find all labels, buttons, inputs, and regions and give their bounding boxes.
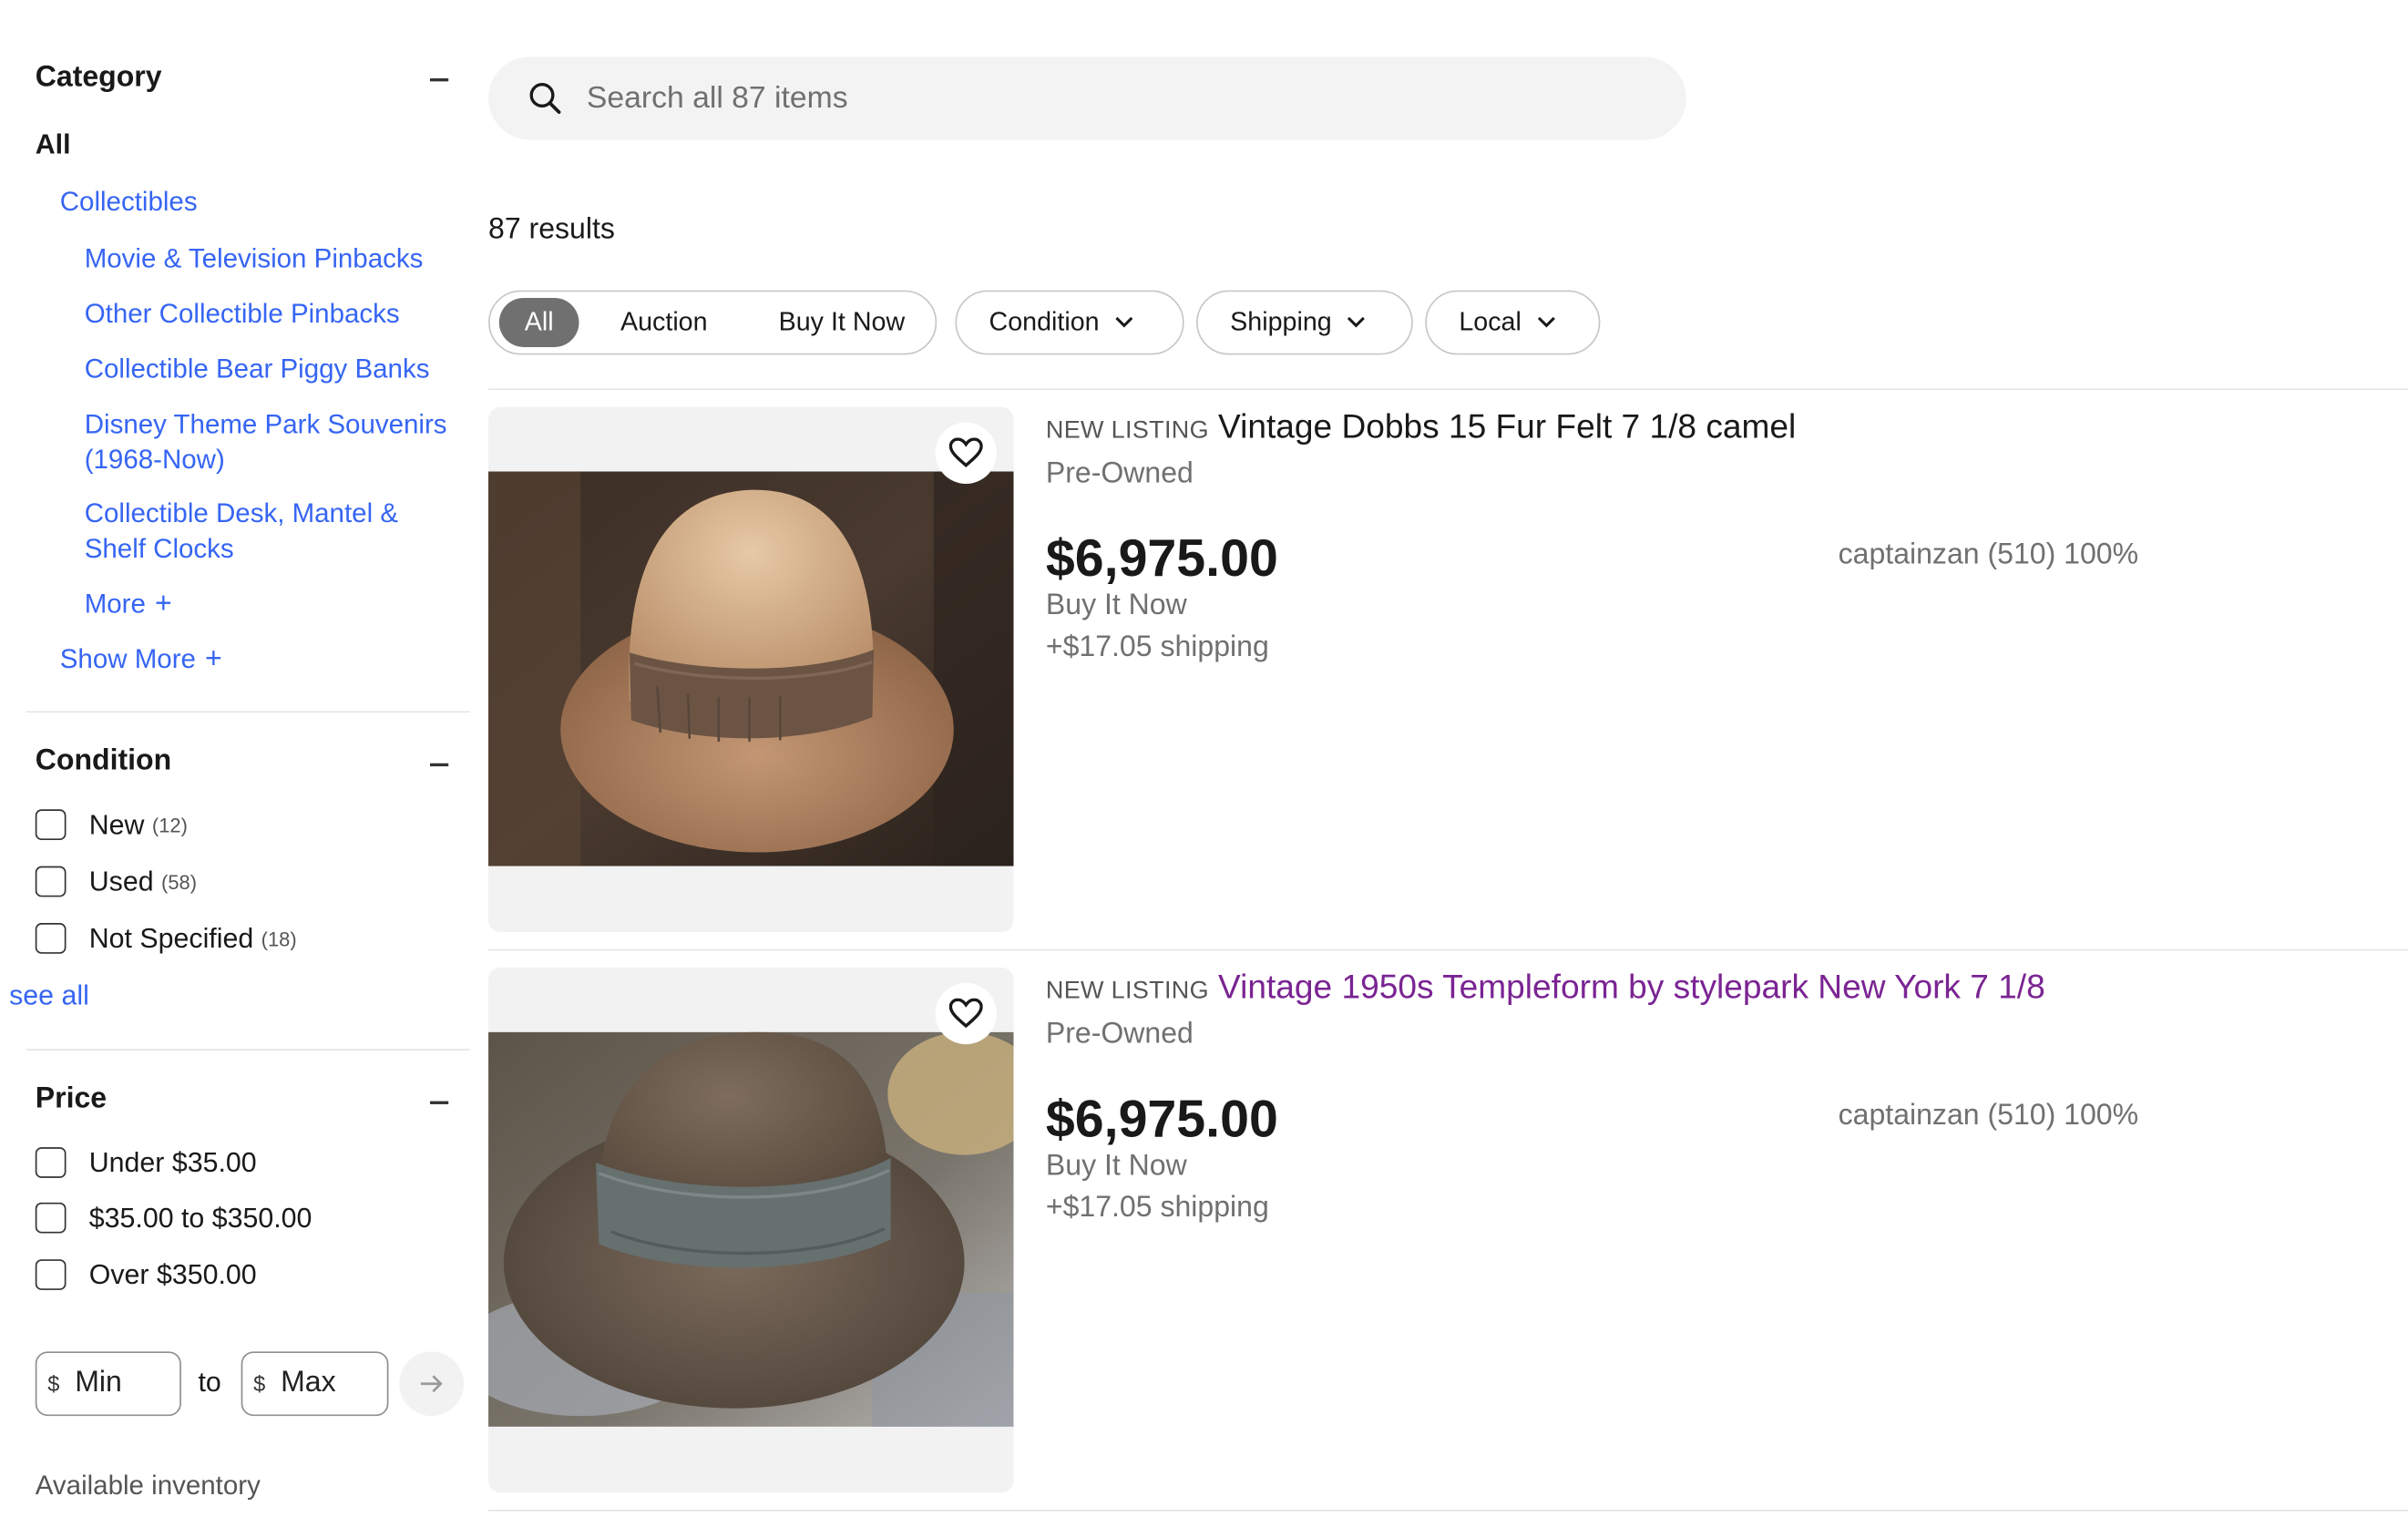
condition-filter-dropdown[interactable]: Condition [955,290,1184,355]
collapse-price-icon[interactable] [429,1101,449,1104]
category-item-link[interactable]: Collectible Bear Piggy Banks [85,352,484,387]
category-item-link[interactable]: Other Collectible Pinbacks [85,296,468,332]
option-count: (12) [151,813,188,836]
listing-condition: Pre-Owned [1045,1018,1194,1051]
checkbox[interactable] [35,809,67,841]
listing-price: $6,975.00 [1045,529,1278,589]
currency-symbol: $ [253,1371,266,1397]
to-label: to [198,1367,221,1398]
more-label: More [84,588,146,620]
seller-info: captainzan (510) 100% [1838,1099,2139,1133]
heart-icon [948,998,983,1029]
format-toggle-group: All Auction Buy It Now [488,290,938,355]
condition-option-not-specified[interactable]: Not Specified (18) [35,920,297,957]
chevron-down-icon [1115,316,1133,328]
divider [26,711,470,713]
watch-button[interactable] [935,982,997,1045]
checkbox[interactable] [35,1147,67,1178]
condition-heading: Condition [35,744,172,777]
min-price-input[interactable]: $ Min [35,1351,181,1417]
condition-filter-label: Condition [989,307,1100,337]
category-item-link[interactable]: Disney Theme Park Souvenirs (1968-Now) [85,407,468,478]
filter-all-button[interactable]: All [498,298,579,347]
show-more-label: Show More [59,643,196,674]
checkbox[interactable] [35,1259,67,1290]
category-heading: Category [35,61,162,94]
listing-title-link[interactable]: NEW LISTING Vintage 1950s Templeform by s… [1046,968,2045,1008]
checkbox[interactable] [35,1202,67,1234]
option-label: Under $35.00 [88,1146,257,1178]
results-count: 87 results [488,213,615,246]
divider [488,388,2408,391]
listing-format: Buy It Now [1045,589,1187,622]
see-all-link[interactable]: see all [9,979,89,1011]
search-icon [529,83,561,114]
local-filter-label: Local [1459,307,1522,337]
more-categories-link[interactable]: More + [85,587,172,622]
category-collectibles-link[interactable]: Collectibles [60,184,198,220]
category-item-link[interactable]: Collectible Desk, Mantel & Shelf Clocks [85,496,454,567]
heart-icon [948,437,983,467]
checkbox[interactable] [35,866,67,897]
plus-icon: + [205,643,222,676]
filter-buy-it-now-button[interactable]: Buy It Now [779,307,906,338]
condition-option-used[interactable]: Used (58) [35,863,198,899]
new-listing-badge: NEW LISTING [1045,978,1209,1005]
shipping-filter-dropdown[interactable]: Shipping [1196,290,1413,355]
option-label: $35.00 to $350.00 [88,1201,313,1233]
option-label: Used [88,865,154,897]
option-label: Not Specified [88,922,254,953]
listing-image[interactable] [488,967,1014,1493]
search-input[interactable]: Search all 87 items [488,56,1686,140]
shipping-filter-label: Shipping [1230,307,1332,337]
listing-title: Vintage Dobbs 15 Fur Felt 7 1/8 camel [1218,406,1797,446]
arrow-right-icon [420,1375,443,1393]
min-placeholder: Min [75,1367,122,1399]
listing-format: Buy It Now [1045,1150,1187,1183]
collapse-category-icon[interactable] [429,77,449,82]
listing-title-link[interactable]: NEW LISTING Vintage Dobbs 15 Fur Felt 7 1… [1046,407,1796,447]
divider [488,1509,2408,1512]
chevron-down-icon [1347,316,1366,328]
listing-image[interactable] [488,406,1014,933]
option-count: (58) [161,869,198,894]
new-listing-badge: NEW LISTING [1045,417,1209,445]
collapse-condition-icon[interactable] [429,763,449,767]
listing-title: Vintage 1950s Templeform by stylepark Ne… [1218,967,2045,1007]
price-heading: Price [35,1082,108,1115]
show-more-link[interactable]: Show More + [60,642,222,678]
price-option-over[interactable]: Over $350.00 [35,1256,257,1293]
max-placeholder: Max [281,1367,336,1399]
divider [488,948,2408,951]
filter-auction-button[interactable]: Auction [620,307,708,338]
price-option-range[interactable]: $35.00 to $350.00 [35,1199,313,1235]
listing-shipping: +$17.05 shipping [1045,1192,1269,1225]
gray-fedora-photo [488,1031,1014,1427]
local-filter-dropdown[interactable]: Local [1425,290,1601,355]
checkbox[interactable] [35,923,67,954]
listing-price: $6,975.00 [1045,1090,1278,1149]
option-label: New [88,808,145,840]
submit-price-button[interactable] [399,1351,465,1417]
condition-option-new[interactable]: New (12) [35,806,188,843]
option-label: Over $350.00 [88,1258,257,1290]
listing-shipping: +$17.05 shipping [1045,630,1269,664]
watch-button[interactable] [935,422,997,484]
price-option-under[interactable]: Under $35.00 [35,1144,257,1181]
currency-symbol: $ [47,1371,60,1397]
available-inventory-heading: Available inventory [35,1470,261,1501]
plus-icon: + [155,588,172,620]
search-placeholder: Search all 87 items [586,80,848,115]
chevron-down-icon [1537,316,1555,328]
category-all: All [35,128,71,160]
seller-info: captainzan (510) 100% [1838,538,2139,572]
max-price-input[interactable]: $ Max [241,1351,389,1417]
camel-fedora-photo [488,471,1014,866]
divider [26,1049,470,1051]
category-item-link[interactable]: Movie & Television Pinbacks [85,241,468,277]
option-count: (18) [261,927,297,950]
listing-condition: Pre-Owned [1045,457,1194,490]
